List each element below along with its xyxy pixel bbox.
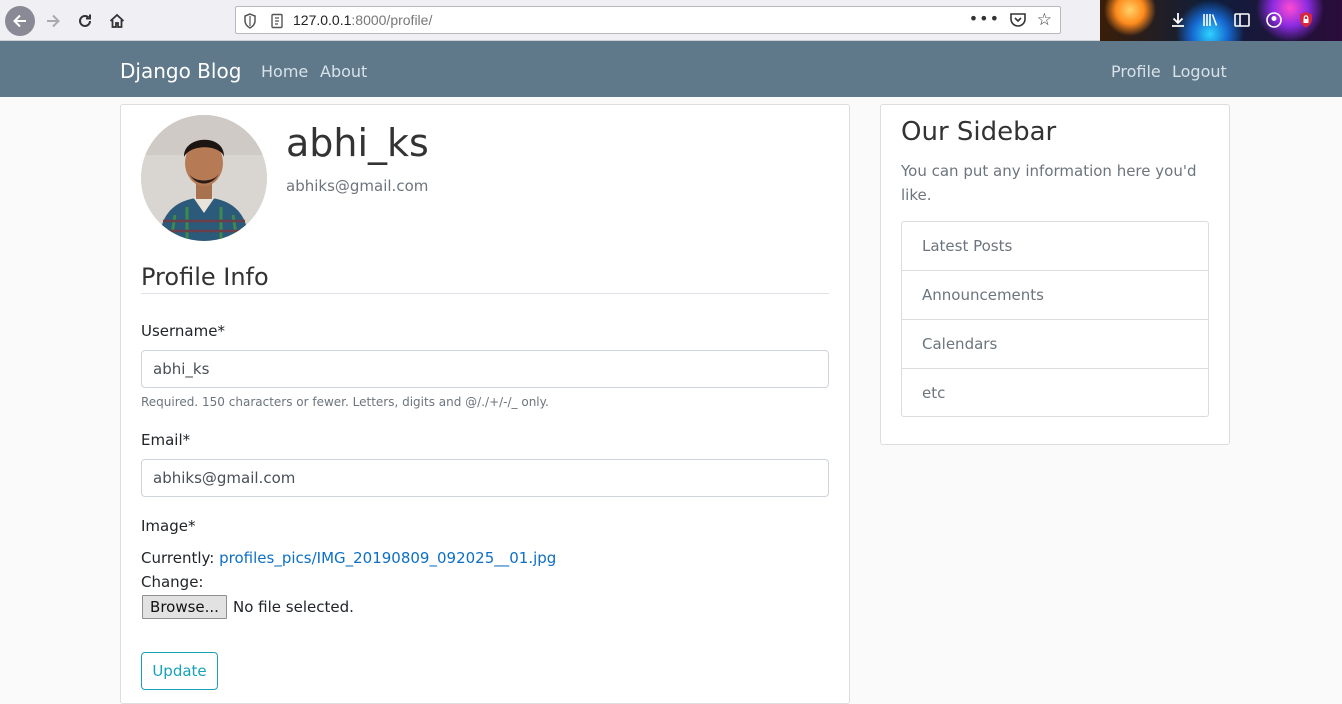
nav-link-logout[interactable]: Logout	[1172, 62, 1227, 81]
no-file-text: No file selected.	[233, 598, 354, 616]
profile-card: abhi_ks abhiks@gmail.com Profile Info Us…	[120, 104, 850, 704]
forward-button[interactable]	[38, 6, 68, 36]
sidebar-item-latest-posts[interactable]: Latest Posts	[902, 222, 1208, 271]
downloads-icon[interactable]	[1168, 10, 1188, 30]
username-input[interactable]	[141, 350, 829, 388]
profile-email: abhiks@gmail.com	[286, 177, 429, 195]
extension-lock-icon[interactable]	[1296, 10, 1316, 30]
current-image-link[interactable]: profiles_pics/IMG_20190809_092025__01.jp…	[219, 549, 556, 567]
pocket-icon[interactable]	[1009, 12, 1027, 32]
sidebar-item-etc[interactable]: etc	[902, 369, 1208, 416]
update-button[interactable]: Update	[141, 652, 218, 690]
arrow-right-icon	[47, 14, 60, 28]
home-icon	[109, 13, 125, 28]
profile-photo	[141, 115, 267, 241]
home-button[interactable]	[102, 6, 132, 36]
nav-link-home[interactable]: Home	[261, 62, 308, 81]
sidebar-card: Our Sidebar You can put any information …	[880, 104, 1230, 445]
library-icon[interactable]	[1200, 10, 1220, 30]
url-path: :8000/profile/	[351, 12, 433, 28]
brand-link[interactable]: Django Blog	[120, 59, 241, 83]
url-host: 127.0.0.1	[293, 12, 352, 28]
tracking-shield-icon[interactable]	[243, 13, 257, 33]
current-image-line: Currently: profiles_pics/IMG_20190809_09…	[141, 549, 556, 567]
change-label: Change:	[141, 573, 204, 591]
profile-username: abhi_ks	[286, 121, 429, 165]
arrow-left-icon	[13, 14, 26, 28]
reload-button[interactable]	[70, 6, 100, 36]
section-divider	[141, 293, 829, 294]
site-navbar: Django Blog Home About Profile Logout	[0, 41, 1342, 97]
bookmark-star-icon[interactable]: ☆	[1037, 10, 1052, 30]
email-input[interactable]	[141, 459, 829, 497]
reload-icon	[79, 14, 91, 27]
browser-toolbar: 127.0.0.1:8000/profile/ ••• ☆	[0, 0, 1342, 41]
url-text: 127.0.0.1:8000/profile/	[293, 12, 432, 28]
image-label: Image*	[141, 517, 196, 535]
page-info-icon[interactable]	[270, 13, 284, 33]
account-icon[interactable]	[1264, 10, 1284, 30]
username-help-text: Required. 150 characters or fewer. Lette…	[141, 395, 549, 409]
section-title: Profile Info	[141, 263, 269, 291]
address-bar[interactable]: 127.0.0.1:8000/profile/ ••• ☆	[235, 6, 1061, 34]
sidebar-toggle-icon[interactable]	[1232, 10, 1252, 30]
sidebar-title: Our Sidebar	[901, 117, 1057, 147]
sidebar-item-announcements[interactable]: Announcements	[902, 271, 1208, 320]
sidebar-list: Latest Posts Announcements Calendars etc	[901, 221, 1209, 417]
email-label: Email*	[141, 431, 191, 449]
username-label: Username*	[141, 322, 225, 340]
sidebar-text: You can put any information here you'd l…	[901, 162, 1197, 204]
currently-label: Currently:	[141, 549, 215, 567]
nav-link-profile[interactable]: Profile	[1111, 62, 1161, 81]
browse-button[interactable]: Browse...	[142, 595, 227, 619]
sidebar-item-calendars[interactable]: Calendars	[902, 320, 1208, 369]
back-button[interactable]	[5, 6, 35, 36]
avatar	[141, 115, 267, 241]
nav-link-about[interactable]: About	[320, 62, 367, 81]
page-actions-icon[interactable]: •••	[969, 9, 1000, 28]
